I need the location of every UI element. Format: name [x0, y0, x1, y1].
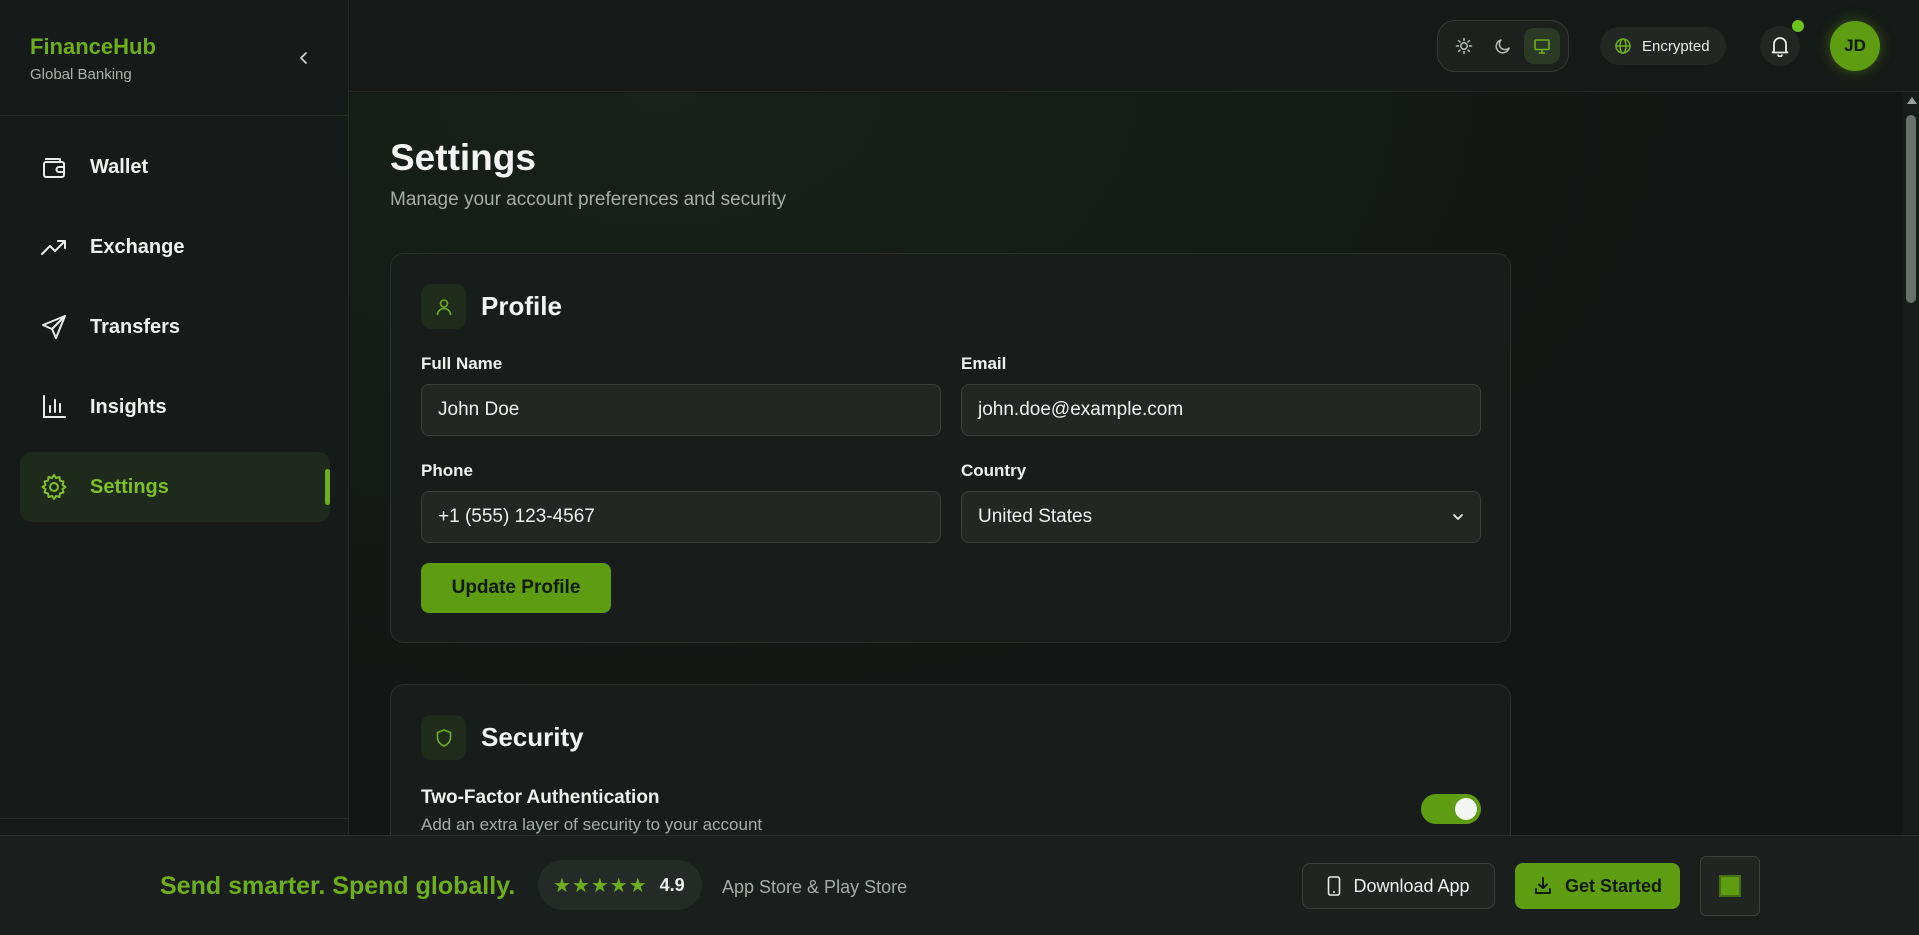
security-title: Security	[481, 722, 584, 752]
square-icon	[1719, 875, 1741, 897]
banner-tagline: Send smarter. Spend globally.	[160, 872, 516, 900]
phone-input[interactable]: +1 (555) 123-4567	[421, 491, 941, 543]
rating-value: 4.9	[659, 874, 685, 895]
country-select[interactable]: United States	[961, 491, 1481, 543]
update-profile-button[interactable]: Update Profile	[421, 563, 611, 613]
sidebar-item-label: Settings	[90, 475, 169, 498]
phone-label: Phone	[421, 461, 473, 480]
country-value: United States	[978, 506, 1093, 527]
download-icon	[1535, 877, 1551, 894]
two-factor-toggle[interactable]	[1421, 794, 1481, 824]
promo-banner: Send smarter. Spend globally. ★★★★★ 4.9 …	[0, 835, 1919, 935]
sidebar: FinanceHub Global Banking Wallet Exchang…	[0, 0, 349, 835]
country-label: Country	[961, 461, 1027, 480]
bell-icon	[1771, 37, 1789, 57]
country-field: Country United States	[961, 461, 1481, 543]
sidebar-divider	[0, 115, 349, 116]
sidebar-item-label: Insights	[90, 395, 167, 418]
monitor-icon	[1534, 39, 1551, 54]
gear-icon	[40, 473, 68, 501]
smartphone-icon	[1328, 876, 1341, 896]
notification-dot	[1792, 20, 1804, 32]
brand-name: FinanceHub	[30, 34, 156, 59]
collapse-sidebar-button[interactable]	[290, 44, 318, 72]
scroll-thumb[interactable]	[1906, 115, 1916, 303]
chevron-down-icon	[1453, 514, 1463, 521]
page-subtitle: Manage your account preferences and secu…	[390, 189, 787, 210]
scroll-up-arrow-icon[interactable]	[1907, 97, 1917, 104]
security-card: Security Two-Factor Authentication Add a…	[390, 684, 1511, 835]
sidebar-item-exchange[interactable]: Exchange	[20, 212, 330, 282]
page-title: Settings	[390, 137, 536, 178]
profile-card: Profile Full Name John Doe Email john.do…	[390, 253, 1511, 643]
email-label: Email	[961, 354, 1007, 373]
two-factor-description: Add an extra layer of security to your a…	[421, 815, 763, 834]
send-icon	[40, 313, 68, 341]
download-app-button[interactable]: Download App	[1302, 863, 1495, 909]
email-input[interactable]: john.doe@example.com	[961, 384, 1481, 436]
rating-badge: ★★★★★ 4.9	[538, 860, 702, 910]
stores-label: App Store & Play Store	[722, 877, 908, 897]
profile-title: Profile	[481, 291, 562, 321]
banner-dismiss-button[interactable]	[1700, 856, 1760, 916]
chevron-left-icon	[300, 52, 307, 64]
sidebar-item-label: Exchange	[90, 235, 185, 258]
sidebar-item-settings[interactable]: Settings	[20, 452, 330, 522]
star-rating-icon: ★★★★★	[553, 874, 648, 897]
trending-up-icon	[40, 233, 68, 261]
main-content: Settings Manage your account preferences…	[350, 93, 1903, 835]
phone-field: Phone +1 (555) 123-4567	[421, 461, 941, 543]
profile-card-header: Profile	[421, 284, 562, 329]
encrypted-badge: Encrypted	[1600, 27, 1726, 65]
user-icon	[421, 284, 466, 329]
moon-icon	[1495, 39, 1510, 54]
bar-chart-icon	[40, 393, 68, 421]
sidebar-item-wallet[interactable]: Wallet	[20, 132, 330, 202]
theme-light-button[interactable]	[1446, 28, 1482, 64]
brand: FinanceHub Global Banking	[30, 34, 156, 83]
theme-switcher	[1437, 20, 1569, 72]
two-factor-title: Two-Factor Authentication	[421, 787, 660, 808]
toggle-knob	[1455, 798, 1477, 820]
encrypted-label: Encrypted	[1642, 37, 1710, 55]
sidebar-item-insights[interactable]: Insights	[20, 372, 330, 442]
email-field: Email john.doe@example.com	[961, 354, 1481, 436]
full-name-field: Full Name John Doe	[421, 354, 941, 436]
download-app-label: Download App	[1353, 875, 1470, 896]
brand-subtitle: Global Banking	[30, 66, 132, 83]
notifications-button[interactable]	[1760, 20, 1804, 66]
avatar[interactable]: JD	[1830, 21, 1880, 71]
wallet-icon	[40, 153, 68, 181]
main-scrollbar[interactable]	[1903, 93, 1919, 835]
sidebar-nav: Wallet Exchange Transfers Insights Setti…	[20, 132, 330, 532]
globe-icon	[1615, 38, 1631, 54]
theme-system-button[interactable]	[1524, 28, 1561, 64]
security-card-header: Security	[421, 715, 584, 760]
theme-dark-button[interactable]	[1485, 28, 1521, 64]
sidebar-item-transfers[interactable]: Transfers	[20, 292, 330, 362]
top-header: Encrypted JD	[350, 0, 1919, 92]
sidebar-item-label: Wallet	[90, 155, 149, 178]
sidebar-item-label: Transfers	[90, 315, 181, 338]
shield-icon	[421, 715, 466, 760]
full-name-input[interactable]: John Doe	[421, 384, 941, 436]
sidebar-divider	[0, 818, 349, 819]
sun-icon	[1455, 37, 1472, 55]
get-started-label: Get Started	[1564, 875, 1663, 896]
full-name-label: Full Name	[421, 354, 503, 373]
get-started-button[interactable]: Get Started	[1515, 863, 1680, 909]
